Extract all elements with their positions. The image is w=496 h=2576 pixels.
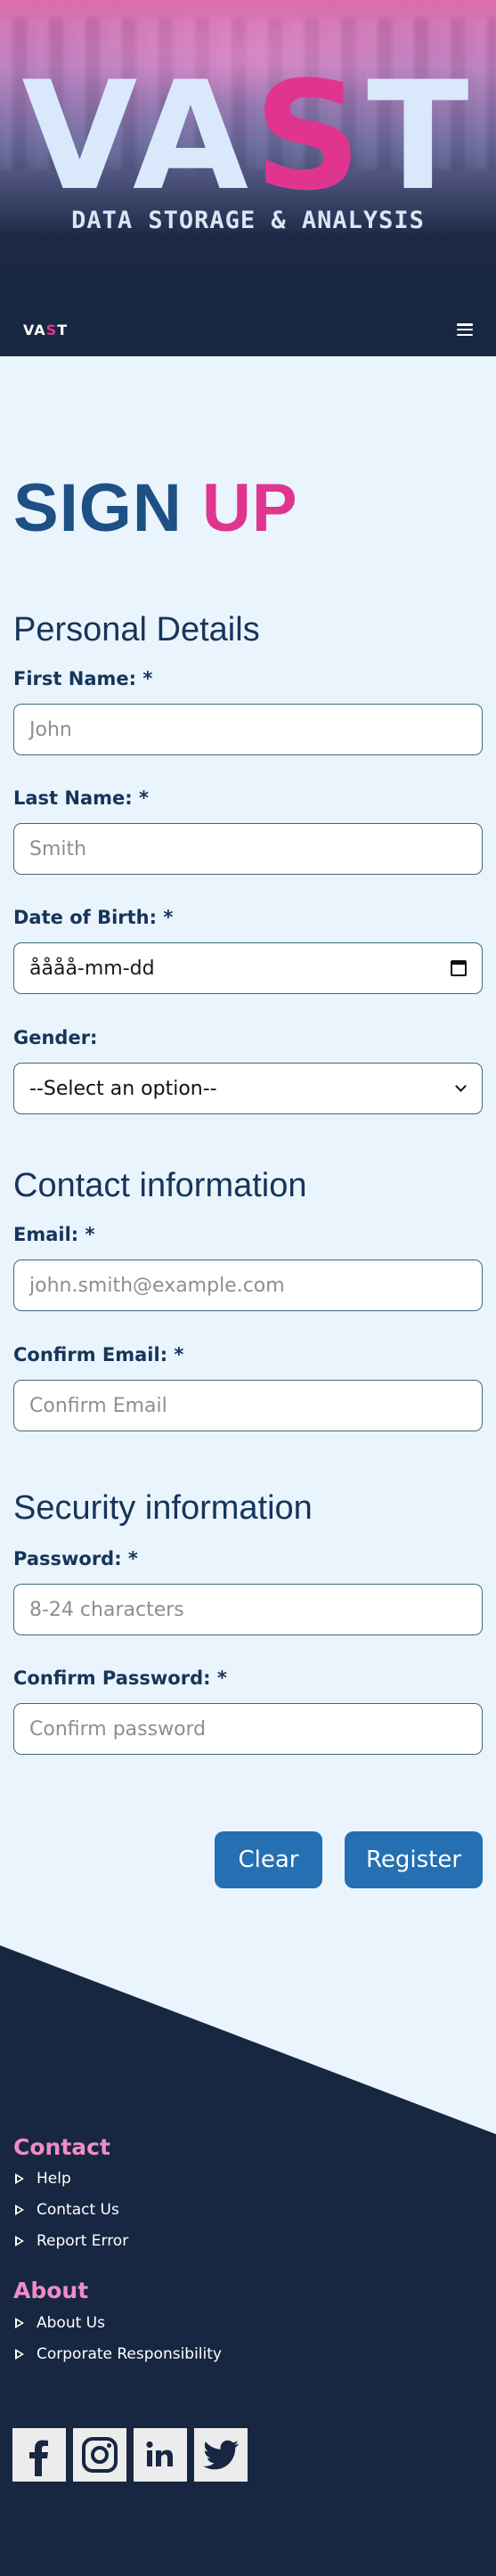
triangle-bullet-icon bbox=[15, 2236, 24, 2246]
chevron-down-icon bbox=[455, 1080, 467, 1092]
facebook-glyph bbox=[29, 2440, 48, 2476]
footer-link-help[interactable]: Help bbox=[15, 2170, 71, 2188]
password-label: Password: * bbox=[13, 1548, 138, 1569]
menu-bar bbox=[457, 328, 473, 331]
section-personal-details: Personal Details bbox=[13, 611, 260, 648]
password-input[interactable]: 8-24 characters bbox=[13, 1584, 483, 1635]
footer-link-report-error[interactable]: Report Error bbox=[15, 2232, 128, 2250]
password-placeholder: 8-24 characters bbox=[29, 1598, 184, 1621]
last-name-input[interactable]: Smith bbox=[13, 823, 483, 875]
clear-button[interactable]: Clear bbox=[215, 1831, 322, 1888]
confirm-email-input[interactable]: Confirm Email bbox=[13, 1380, 483, 1431]
page-title-main: SIGN bbox=[13, 470, 183, 546]
confirm-email-label: Confirm Email: * bbox=[13, 1344, 184, 1365]
email-placeholder: john.smith@example.com bbox=[29, 1274, 285, 1297]
page-title-accent: UP bbox=[201, 470, 298, 546]
navbar: VAST bbox=[0, 303, 496, 356]
triangle-bullet-icon bbox=[15, 2318, 24, 2328]
gender-selected-value: --Select an option-- bbox=[29, 1077, 217, 1100]
gender-select[interactable]: --Select an option-- bbox=[13, 1063, 483, 1114]
section-security-information: Security information bbox=[13, 1489, 313, 1527]
confirm-email-placeholder: Confirm Email bbox=[29, 1394, 167, 1417]
email-label: Email: * bbox=[13, 1224, 95, 1245]
twitter-glyph bbox=[203, 2440, 240, 2470]
dob-label: Date of Birth: * bbox=[13, 907, 174, 928]
first-name-placeholder: John bbox=[29, 718, 72, 741]
page-title: SIGN UP bbox=[13, 469, 298, 549]
dob-value: åååå-mm-dd bbox=[29, 957, 155, 980]
linkedin-icon[interactable] bbox=[134, 2428, 187, 2482]
footer-link-label: Contact Us bbox=[37, 2201, 119, 2219]
footer-link-label: Corporate Responsibility bbox=[37, 2345, 222, 2363]
banner-logo-left: VA bbox=[21, 49, 255, 224]
triangle-bullet-icon bbox=[15, 2205, 24, 2215]
menu-bar bbox=[457, 323, 473, 326]
footer-link-about-us[interactable]: About Us bbox=[15, 2314, 105, 2332]
triangle-bullet-icon bbox=[15, 2349, 24, 2360]
triangle-bullet-icon bbox=[15, 2173, 24, 2184]
nav-logo-right: T bbox=[57, 321, 69, 338]
section-contact-information: Contact information bbox=[13, 1167, 307, 1204]
email-input[interactable]: john.smith@example.com bbox=[13, 1259, 483, 1311]
first-name-label: First Name: * bbox=[13, 668, 153, 689]
confirm-password-input[interactable]: Confirm password bbox=[13, 1703, 483, 1755]
last-name-placeholder: Smith bbox=[29, 837, 87, 860]
footer-link-label: Report Error bbox=[37, 2232, 129, 2250]
nav-logo-left: VA bbox=[23, 321, 46, 338]
dob-input[interactable]: åååå-mm-dd bbox=[13, 942, 483, 994]
first-name-input[interactable]: John bbox=[13, 704, 483, 755]
banner-logo: VAST bbox=[0, 61, 496, 211]
hamburger-menu-icon[interactable] bbox=[457, 323, 473, 336]
confirm-password-label: Confirm Password: * bbox=[13, 1667, 227, 1689]
last-name-label: Last Name: * bbox=[13, 787, 149, 809]
footer-link-contact-us[interactable]: Contact Us bbox=[15, 2201, 119, 2219]
nav-logo-accent: S bbox=[45, 321, 58, 338]
footer-link-label: About Us bbox=[37, 2314, 105, 2332]
instagram-glyph bbox=[82, 2437, 118, 2473]
instagram-icon[interactable] bbox=[73, 2428, 126, 2482]
linkedin-glyph bbox=[146, 2441, 173, 2466]
footer-about-heading: About bbox=[13, 2278, 89, 2303]
calendar-icon[interactable] bbox=[451, 960, 467, 976]
banner-logo-right: T bbox=[367, 49, 475, 224]
footer-link-corporate-responsibility[interactable]: Corporate Responsibility bbox=[15, 2345, 222, 2363]
nav-logo[interactable]: VAST bbox=[23, 322, 68, 338]
gender-label: Gender: bbox=[13, 1027, 98, 1048]
facebook-icon[interactable] bbox=[12, 2428, 66, 2482]
footer-link-label: Help bbox=[37, 2170, 71, 2188]
twitter-icon[interactable] bbox=[194, 2428, 248, 2482]
confirm-password-placeholder: Confirm password bbox=[29, 1717, 207, 1740]
footer-contact-heading: Contact bbox=[13, 2134, 110, 2160]
header-banner: VAST DATA STORAGE & ANALYSIS bbox=[0, 0, 496, 303]
register-button[interactable]: Register bbox=[345, 1831, 483, 1888]
banner-subtitle: DATA STORAGE & ANALYSIS bbox=[71, 207, 425, 234]
banner-logo-accent: S bbox=[254, 49, 368, 224]
menu-bar bbox=[457, 333, 473, 336]
